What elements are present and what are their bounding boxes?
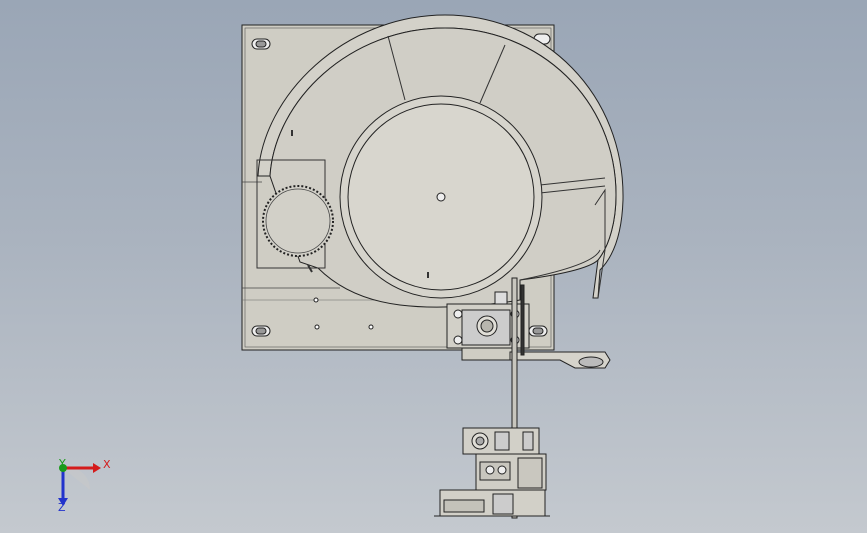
cad-viewport[interactable] (0, 0, 867, 533)
bowl-center-hole (436, 192, 446, 202)
triad-z-label: Z (58, 501, 66, 514)
triad-x-label: X (103, 458, 111, 471)
triad-y-label: Y (59, 457, 66, 470)
